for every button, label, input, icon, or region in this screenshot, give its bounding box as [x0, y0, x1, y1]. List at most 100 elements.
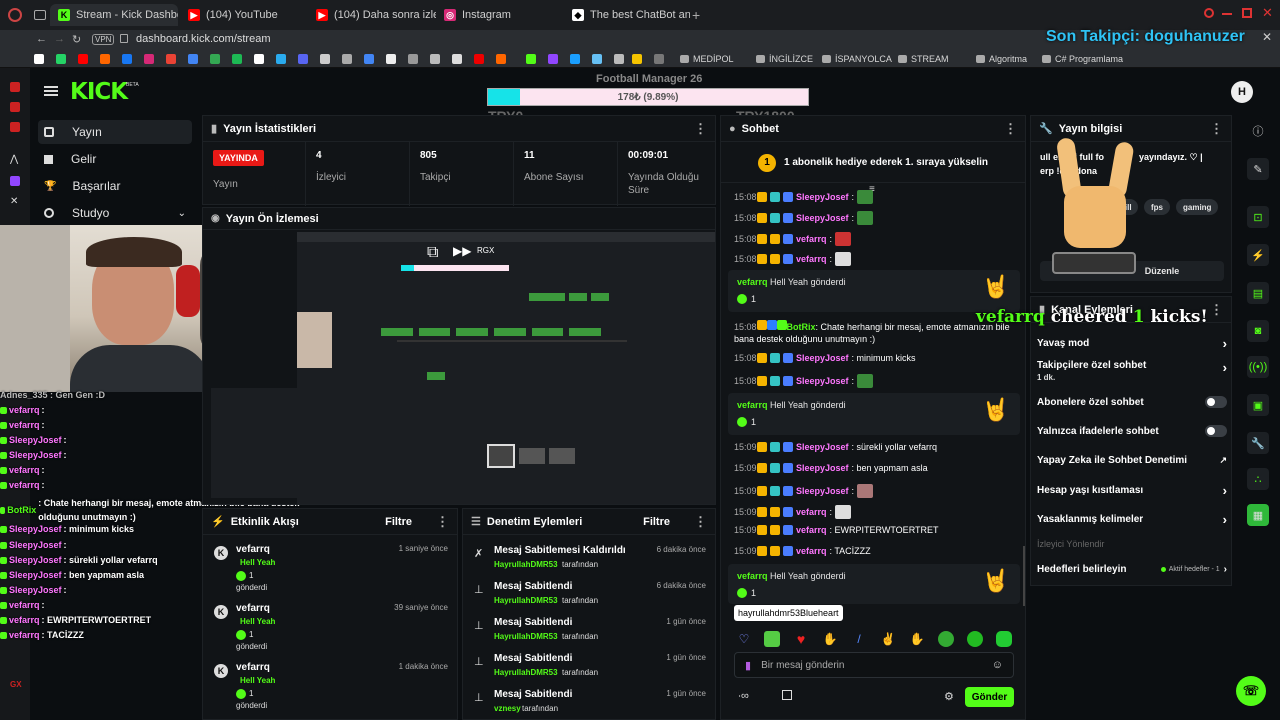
skip-icon[interactable]: ▶▶ — [453, 244, 471, 258]
emote-icon[interactable]: / — [851, 631, 867, 647]
more-icon[interactable]: ⋮ — [1004, 121, 1017, 137]
chevron-right-icon[interactable]: › — [1223, 512, 1227, 527]
bookmark-icon[interactable] — [474, 54, 484, 64]
chat-input[interactable]: ▮ Bir mesaj gönderin ☺ — [734, 652, 1014, 678]
bookmark-stream[interactable]: STREAM — [898, 50, 949, 68]
mod-by-user[interactable]: HayrullahDMR53 — [494, 632, 558, 641]
emote-icon[interactable] — [938, 631, 954, 647]
sidebar-item-studyo[interactable]: Studyo ⌄ — [38, 201, 192, 225]
store-icon[interactable] — [782, 690, 792, 700]
set-goals[interactable]: Hedefleri belirleyin Aktif hedefler - 1 › — [1037, 558, 1227, 580]
camera-icon[interactable]: ⊡ — [1247, 206, 1269, 228]
bookmark-ingilizce[interactable]: İNGİLİZCE — [756, 50, 813, 68]
bookmark-icon[interactable] — [632, 54, 642, 64]
more-icon[interactable]: ⋮ — [436, 514, 449, 530]
chat-username[interactable]: BotRix — [787, 322, 816, 332]
more-icon[interactable]: ⋮ — [1210, 121, 1223, 137]
setting-row[interactable]: Yapay Zeka ile Sohbet Denetimi ↗ — [1037, 449, 1227, 471]
bookmark-icon[interactable] — [614, 54, 624, 64]
sidebar-item-yayin[interactable]: Yayın — [38, 120, 102, 144]
chevron-right-icon[interactable]: › — [1223, 336, 1227, 351]
pencil-icon[interactable]: ✎ — [1247, 158, 1269, 180]
event-item[interactable]: Kvefarrq Hell Yeah 1 gönderdi 1 saniye önce — [210, 542, 454, 600]
gx-rail-icon[interactable]: GX — [10, 680, 22, 689]
setting-row[interactable]: Yalnızca ifadelerle sohbet — [1037, 420, 1227, 442]
info-icon[interactable]: ⓘ — [1247, 120, 1269, 142]
chat-username[interactable]: SleepyJosef — [796, 486, 849, 496]
blueheart-emote-icon[interactable]: ♡ — [736, 631, 752, 647]
gmail-bookmark-icon[interactable] — [166, 54, 176, 64]
more-icon[interactable]: ⋮ — [1210, 302, 1223, 318]
back-icon[interactable]: ← — [36, 33, 47, 45]
chat-username[interactable]: SleepyJosef — [796, 376, 849, 386]
vpn-badge[interactable]: VPN — [92, 34, 115, 45]
chat-username[interactable]: SleepyJosef — [796, 213, 849, 223]
gift-leaderboard-banner[interactable]: 1 1 abonelik hediye ederek 1. sıraya yük… — [721, 143, 1025, 183]
chat-username[interactable]: vefarrq — [796, 546, 827, 556]
mod-item[interactable]: ✗ Mesaj Sabitlemesi Kaldırıldı HayrullahDM… — [470, 543, 712, 577]
bookmark-icon[interactable] — [452, 54, 462, 64]
instagram-bookmark-icon[interactable] — [144, 54, 154, 64]
more-icon[interactable]: ⋮ — [694, 121, 707, 137]
setting-row[interactable]: Yavaş mod › — [1037, 332, 1227, 354]
rail-icon[interactable] — [10, 122, 20, 132]
tag-chip[interactable]: fps — [1144, 199, 1170, 215]
bookmark-icon[interactable] — [570, 54, 580, 64]
heart-emote-icon[interactable]: ♥ — [793, 631, 809, 647]
kick-logo[interactable]: KICK — [70, 79, 128, 105]
emote-icon[interactable] — [764, 631, 780, 647]
chat-username[interactable]: vefarrq — [796, 254, 827, 264]
url-field[interactable]: dashboard.kick.com/stream — [136, 33, 271, 45]
chevron-down-icon[interactable]: ⌄ — [178, 208, 186, 219]
chat-username[interactable]: SleepyJosef — [796, 463, 849, 473]
tab-kick-dashboard[interactable]: KStream - Kick Dashboard — [50, 4, 178, 26]
bookmark-csharp[interactable]: C# Programlama — [1042, 50, 1123, 68]
filter-button[interactable]: Filtre — [385, 516, 412, 528]
mod-item[interactable]: ⊥ Mesaj Sabitlendi HayrullahDMR53 tarafında… — [470, 579, 712, 613]
google-bookmark-icon[interactable] — [34, 54, 44, 64]
pip-icon[interactable]: ⧉ — [427, 244, 438, 262]
chevron-right-icon[interactable]: › — [1223, 483, 1227, 498]
clipboard-icon[interactable]: ▤ — [1247, 282, 1269, 304]
chat-icon[interactable]: ◙ — [1247, 320, 1269, 342]
chat-username[interactable]: SleepyJosef — [796, 353, 849, 363]
rail-icon[interactable] — [10, 102, 20, 112]
mic-icon[interactable]: ▮ — [745, 659, 751, 672]
emote-icon[interactable]: ✌ — [880, 631, 896, 647]
close-icon[interactable]: ✕ — [1262, 5, 1273, 21]
chat-scrollbar[interactable] — [1023, 546, 1025, 606]
bookmark-icon[interactable] — [364, 54, 374, 64]
bookmark-icon[interactable] — [254, 54, 264, 64]
mod-item[interactable]: ⊥ Mesaj Sabitlendi HayrullahDMR53 tarafında… — [470, 651, 712, 685]
minimize-icon[interactable] — [1222, 13, 1232, 15]
twitch-bookmark-icon[interactable] — [548, 54, 558, 64]
nodes-icon[interactable]: ∴ — [1247, 468, 1269, 490]
emote-icon[interactable]: ✋ — [822, 631, 838, 647]
chat-settings-icon[interactable]: ∙∞ — [738, 690, 749, 702]
mod-item[interactable]: ⊥ Mesaj Sabitlendi HayrullahDMR53 tarafında… — [470, 615, 712, 649]
bookmark-icon[interactable] — [342, 54, 352, 64]
setting-row[interactable]: Abonelere özel sohbet — [1037, 391, 1227, 413]
bookmark-medipol[interactable]: MEDİPOL — [680, 50, 734, 68]
whatsapp-bookmark-icon[interactable] — [56, 54, 66, 64]
toggle-switch[interactable] — [1205, 425, 1227, 437]
tag-chip[interactable]: gaming — [1176, 199, 1219, 215]
emote-icon[interactable] — [967, 631, 983, 647]
bookmark-icon[interactable] — [210, 54, 220, 64]
sidebar-item-gelir[interactable]: Gelir — [38, 147, 96, 171]
tab-youtube[interactable]: ▶ (104) YouTube — [180, 4, 310, 26]
preview-mini-button[interactable]: RGX — [477, 246, 494, 255]
tab-overview-icon[interactable] — [34, 10, 46, 20]
setting-row[interactable]: Yasaklanmış kelimeler › — [1037, 508, 1227, 530]
wrench-icon[interactable]: 🔧 — [1247, 432, 1269, 454]
x-rail-icon[interactable]: ✕ — [10, 196, 18, 207]
discord-bookmark-icon[interactable] — [298, 54, 308, 64]
mod-item[interactable]: ⊥ Mesaj Sabitlendi vznesy tarafından 1 gün ö… — [470, 687, 712, 720]
mod-by-user[interactable]: HayrullahDMR53 — [494, 668, 558, 677]
gear-icon[interactable]: ⚙ — [944, 690, 954, 703]
maximize-icon[interactable] — [1242, 8, 1252, 18]
mod-by-user[interactable]: vznesy — [494, 704, 521, 713]
rail-icon[interactable]: ⋀ — [10, 154, 18, 165]
chat-username[interactable]: SleepyJosef — [796, 442, 849, 452]
bookmark-icon[interactable] — [496, 54, 506, 64]
